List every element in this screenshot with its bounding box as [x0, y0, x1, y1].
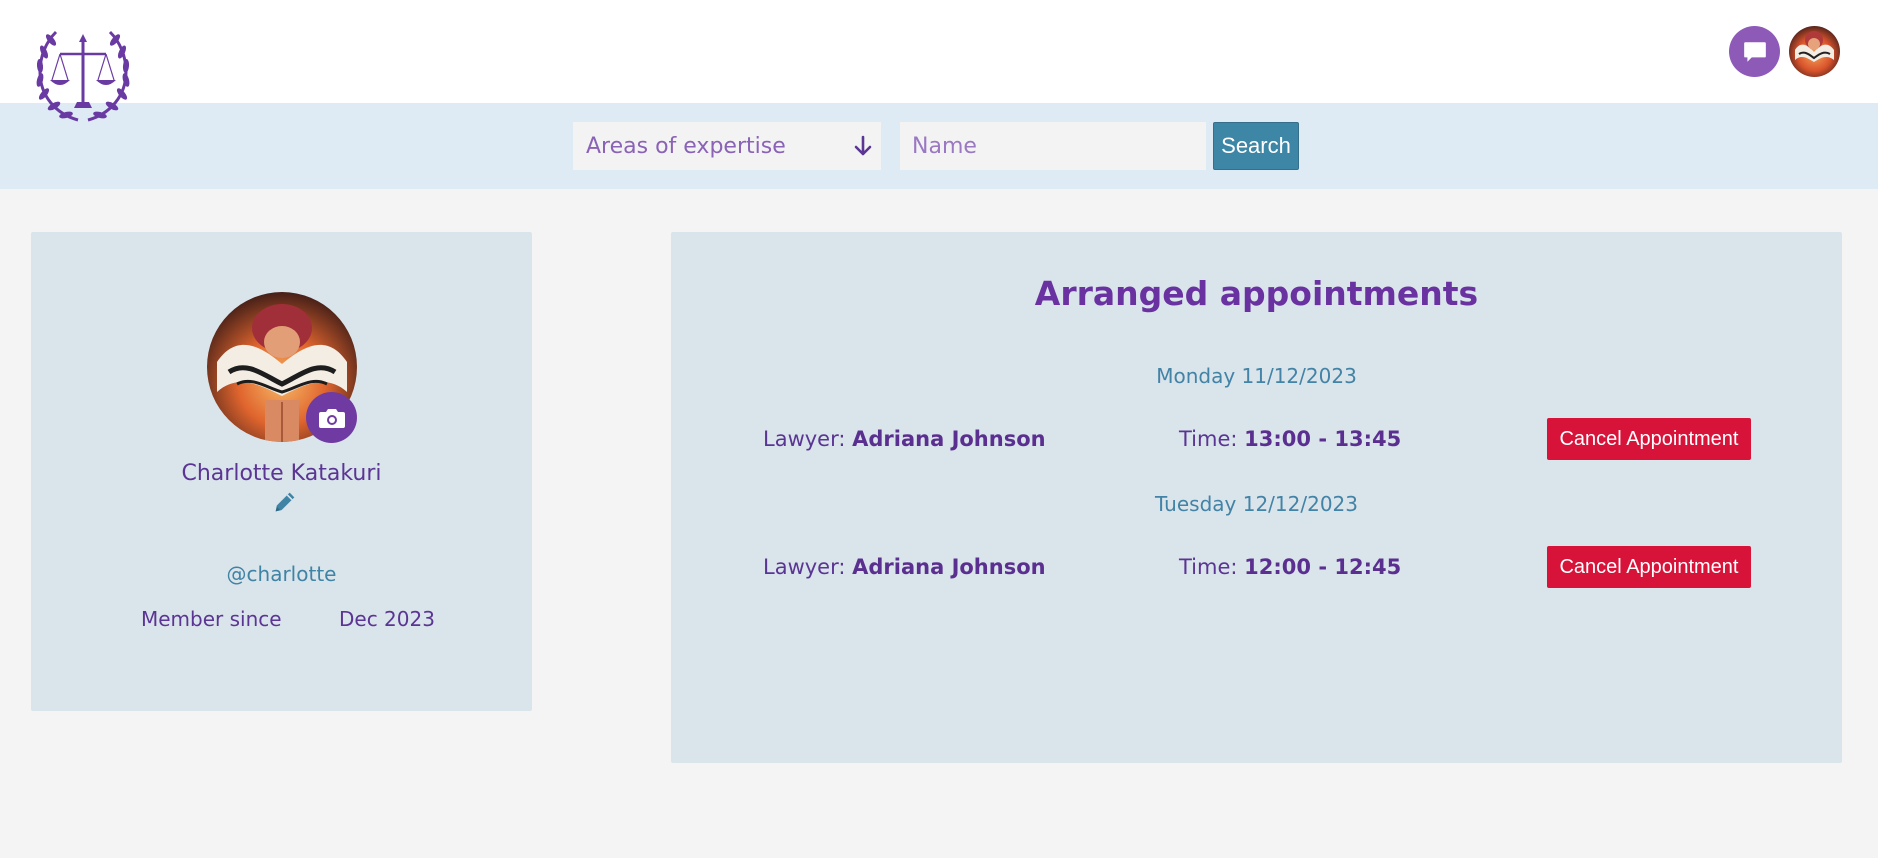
pencil-icon[interactable]: [271, 488, 299, 516]
name-search-input[interactable]: [900, 122, 1206, 170]
appointment-date: Monday 11/12/2023: [1156, 364, 1357, 388]
appointment-lawyer: Lawyer: Adriana Johnson: [763, 555, 1046, 579]
search-button[interactable]: Search: [1213, 122, 1299, 170]
chat-bubble-icon: [1743, 41, 1766, 62]
avatar: [1789, 26, 1840, 77]
cancel-appointment-button[interactable]: Cancel Appointment: [1547, 546, 1751, 588]
appointments-card: Arranged appointments Monday 11/12/2023 …: [671, 232, 1842, 763]
expertise-select[interactable]: Areas of expertise: [573, 122, 881, 170]
search-bar: Areas of expertise Search: [0, 103, 1878, 189]
scales-of-justice-logo-icon: [36, 30, 130, 122]
profile-name: Charlotte Katakuri: [181, 461, 382, 486]
expertise-select-label: Areas of expertise: [586, 133, 786, 159]
profile-card: Charlotte Katakuri @charlotte Member sin…: [31, 232, 532, 711]
lawyer-label: Lawyer:: [763, 555, 846, 579]
lawyer-label: Lawyer:: [763, 427, 846, 451]
appointment-date: Tuesday 12/12/2023: [1155, 492, 1358, 516]
appointment-time: Time: 13:00 - 13:45: [1179, 427, 1401, 451]
lawyer-name: Adriana Johnson: [852, 427, 1046, 451]
profile-username: @charlotte: [226, 562, 337, 586]
time-label: Time:: [1179, 427, 1238, 451]
time-range: 13:00 - 13:45: [1244, 427, 1402, 451]
user-avatar-button[interactable]: [1789, 26, 1840, 77]
camera-icon: [318, 408, 345, 428]
member-since-value: Dec 2023: [339, 607, 435, 631]
appointment-row: Lawyer: Adriana Johnson Time: 13:00 - 13…: [671, 418, 1842, 460]
lawyer-name: Adriana Johnson: [852, 555, 1046, 579]
appointment-time: Time: 12:00 - 12:45: [1179, 555, 1401, 579]
top-navbar: [0, 0, 1878, 103]
cancel-appointment-button[interactable]: Cancel Appointment: [1547, 418, 1751, 460]
appointments-title: Arranged appointments: [1034, 274, 1479, 313]
time-label: Time:: [1179, 555, 1238, 579]
member-since-label: Member since: [141, 607, 282, 631]
appointment-lawyer: Lawyer: Adriana Johnson: [763, 427, 1046, 451]
change-photo-button[interactable]: [306, 392, 357, 443]
time-range: 12:00 - 12:45: [1244, 555, 1402, 579]
site-logo[interactable]: [34, 22, 132, 126]
appointment-row: Lawyer: Adriana Johnson Time: 12:00 - 12…: [671, 546, 1842, 588]
arrow-down-icon: [854, 135, 872, 156]
chat-button[interactable]: [1729, 26, 1780, 77]
